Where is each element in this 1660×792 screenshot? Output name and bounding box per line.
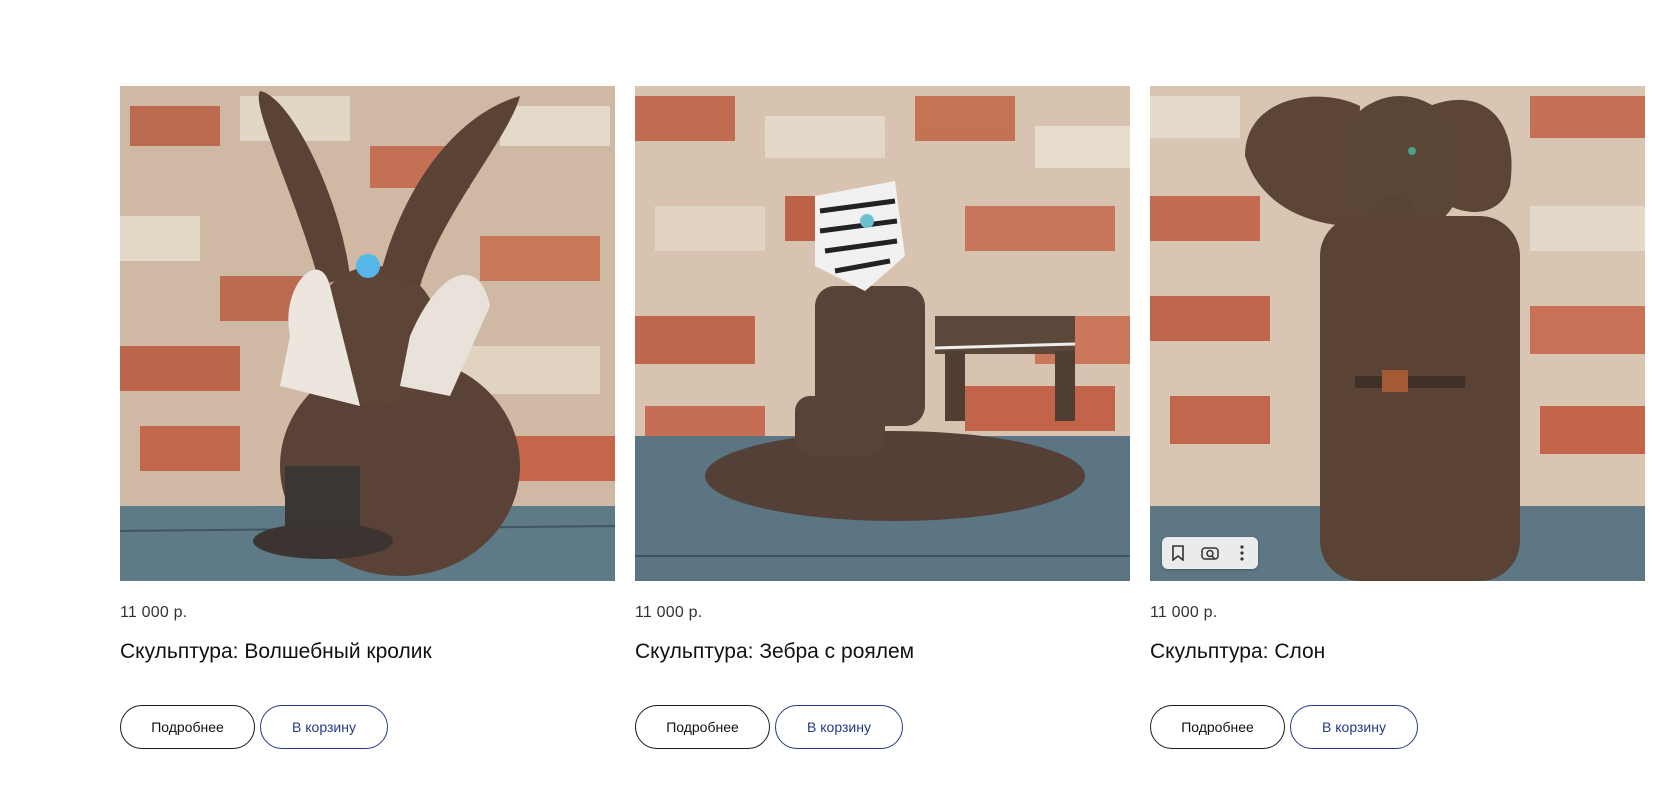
product-price: 11 000 р. [635,604,703,621]
image-toolbar [1162,537,1258,569]
product-title[interactable]: Скульптура: Волшебный кролик [120,639,615,665]
product-photo[interactable] [120,86,615,581]
product-actions: Подробнее В корзину [635,705,1130,749]
product-photo[interactable] [1150,86,1645,581]
bookmark-icon[interactable] [1164,539,1192,567]
add-to-cart-button[interactable]: В корзину [1290,705,1418,749]
elephant-sculpture-image [1150,86,1645,581]
details-button[interactable]: Подробнее [635,705,770,749]
product-photo[interactable] [635,86,1130,581]
details-button[interactable]: Подробнее [1150,705,1285,749]
add-to-cart-button[interactable]: В корзину [260,705,388,749]
product-grid: 11 000 р. Скульптура: Волшебный кролик П… [120,86,1645,749]
lens-search-icon[interactable] [1196,539,1224,567]
product-price: 11 000 р. [120,604,188,621]
product-card: 11 000 р. Скульптура: Слон Подробнее В к… [1150,86,1645,749]
product-actions: Подробнее В корзину [1150,705,1645,749]
product-card: 11 000 р. Скульптура: Волшебный кролик П… [120,86,615,749]
product-title[interactable]: Скульптура: Слон [1150,639,1645,665]
product-card: 11 000 р. Скульптура: Зебра с роялем Под… [635,86,1130,749]
product-title[interactable]: Скульптура: Зебра с роялем [635,639,1130,665]
product-price: 11 000 р. [1150,604,1218,621]
details-button[interactable]: Подробнее [120,705,255,749]
add-to-cart-button[interactable]: В корзину [775,705,903,749]
product-actions: Подробнее В корзину [120,705,615,749]
zebra-piano-sculpture-image [635,86,1130,581]
more-vert-icon[interactable] [1228,539,1256,567]
rabbit-sculpture-image [120,86,615,581]
